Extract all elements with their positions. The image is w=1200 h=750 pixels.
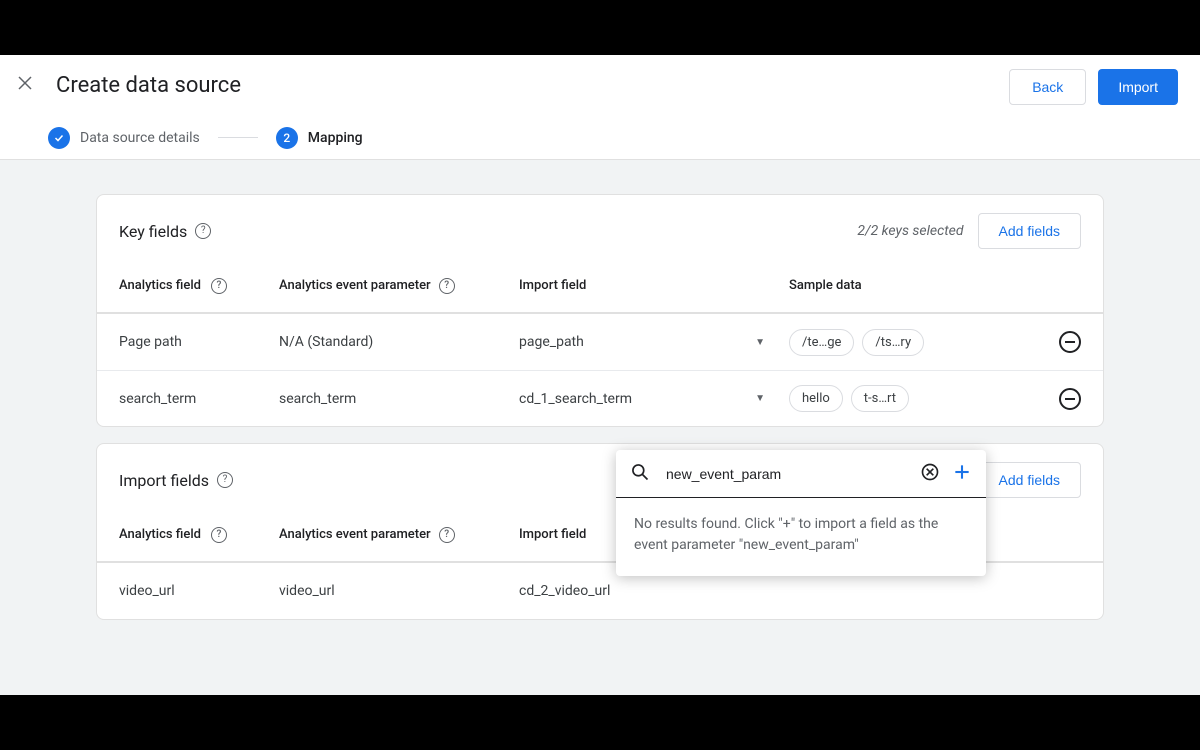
back-button[interactable]: Back xyxy=(1009,69,1086,105)
stepper: Data source details 2 Mapping xyxy=(0,115,1200,160)
col-analytics-field: Analytics field xyxy=(119,278,201,293)
col-event-param: Analytics event parameter xyxy=(279,278,431,293)
keys-selected-status: 2/2 keys selected xyxy=(857,223,963,239)
app-frame: Create data source Back Import Data sour… xyxy=(0,55,1200,695)
step-1[interactable]: Data source details xyxy=(48,127,200,149)
check-icon xyxy=(48,127,70,149)
step-2-badge: 2 xyxy=(276,127,298,149)
search-icon xyxy=(630,462,650,486)
page-body: Key fields ? 2/2 keys selected Add field… xyxy=(0,160,1200,670)
import-field-select[interactable]: cd_1_search_term ▼ xyxy=(519,391,789,407)
help-icon[interactable]: ? xyxy=(217,472,233,488)
help-icon[interactable]: ? xyxy=(211,527,227,543)
cell-analytics-field: search_term xyxy=(119,391,196,407)
chevron-down-icon: ▼ xyxy=(755,393,765,404)
popover-actions xyxy=(920,462,972,486)
close-icon[interactable] xyxy=(16,74,34,96)
col-sample-data: Sample data xyxy=(789,278,862,293)
popover-no-results: No results found. Click "+" to import a … xyxy=(616,498,986,576)
add-import-fields-button[interactable]: Add fields xyxy=(978,462,1081,498)
add-field-popover: No results found. Click "+" to import a … xyxy=(616,450,986,576)
clear-icon[interactable] xyxy=(920,462,940,486)
table-row: search_term search_term cd_1_search_term… xyxy=(97,370,1103,426)
popover-search-input[interactable] xyxy=(666,466,920,482)
cell-event-param: search_term xyxy=(279,391,356,407)
step-2[interactable]: 2 Mapping xyxy=(276,127,363,149)
col-import-field: Import field xyxy=(519,278,586,293)
card-title: Key fields ? xyxy=(119,222,211,241)
card-title: Import fields ? xyxy=(119,471,233,490)
header-top-row: Create data source Back Import xyxy=(0,55,1200,115)
popover-search-row xyxy=(616,450,986,498)
add-key-fields-button[interactable]: Add fields xyxy=(978,213,1081,249)
header-actions: Back Import xyxy=(1009,69,1178,105)
import-button[interactable]: Import xyxy=(1098,69,1178,105)
cell-import-field: cd_2_video_url xyxy=(519,583,610,599)
help-icon[interactable]: ? xyxy=(439,527,455,543)
sample-chip: /te…ge xyxy=(789,329,854,356)
add-new-param-button[interactable] xyxy=(952,462,972,486)
cell-analytics-field: Page path xyxy=(119,334,182,350)
cell-analytics-field: video_url xyxy=(119,583,175,599)
remove-row-button[interactable] xyxy=(1059,331,1081,353)
page-title: Create data source xyxy=(56,73,241,98)
step-connector xyxy=(218,137,258,138)
remove-row-button[interactable] xyxy=(1059,388,1081,410)
step-2-label: Mapping xyxy=(308,130,363,146)
table-row: Page path N/A (Standard) page_path ▼ /te…… xyxy=(97,314,1103,370)
sample-chip: hello xyxy=(789,385,843,412)
step-1-label: Data source details xyxy=(80,130,200,146)
help-icon[interactable]: ? xyxy=(439,278,455,294)
table-body: Page path N/A (Standard) page_path ▼ /te…… xyxy=(97,313,1103,426)
col-event-param: Analytics event parameter xyxy=(279,527,431,542)
card-title-text: Import fields xyxy=(119,471,209,490)
import-field-select[interactable]: page_path ▼ xyxy=(519,334,789,350)
cell-import-field: cd_1_search_term xyxy=(519,391,632,407)
help-icon[interactable]: ? xyxy=(195,223,211,239)
col-analytics-field: Analytics field xyxy=(119,527,201,542)
card-title-text: Key fields xyxy=(119,222,187,241)
cell-event-param: video_url xyxy=(279,583,335,599)
cell-import-field: page_path xyxy=(519,334,584,350)
help-icon[interactable]: ? xyxy=(211,278,227,294)
cell-event-param: N/A (Standard) xyxy=(279,334,373,350)
chevron-down-icon: ▼ xyxy=(755,337,765,348)
table-header: Analytics field? Analytics event paramet… xyxy=(97,259,1103,313)
sample-chip: /ts…ry xyxy=(862,329,924,356)
key-fields-card: Key fields ? 2/2 keys selected Add field… xyxy=(96,194,1104,427)
page-header: Create data source Back Import Data sour… xyxy=(0,55,1200,160)
col-import-field: Import field xyxy=(519,527,586,542)
sample-chip: t-s…rt xyxy=(851,385,909,412)
card-header: Key fields ? 2/2 keys selected Add field… xyxy=(97,195,1103,259)
